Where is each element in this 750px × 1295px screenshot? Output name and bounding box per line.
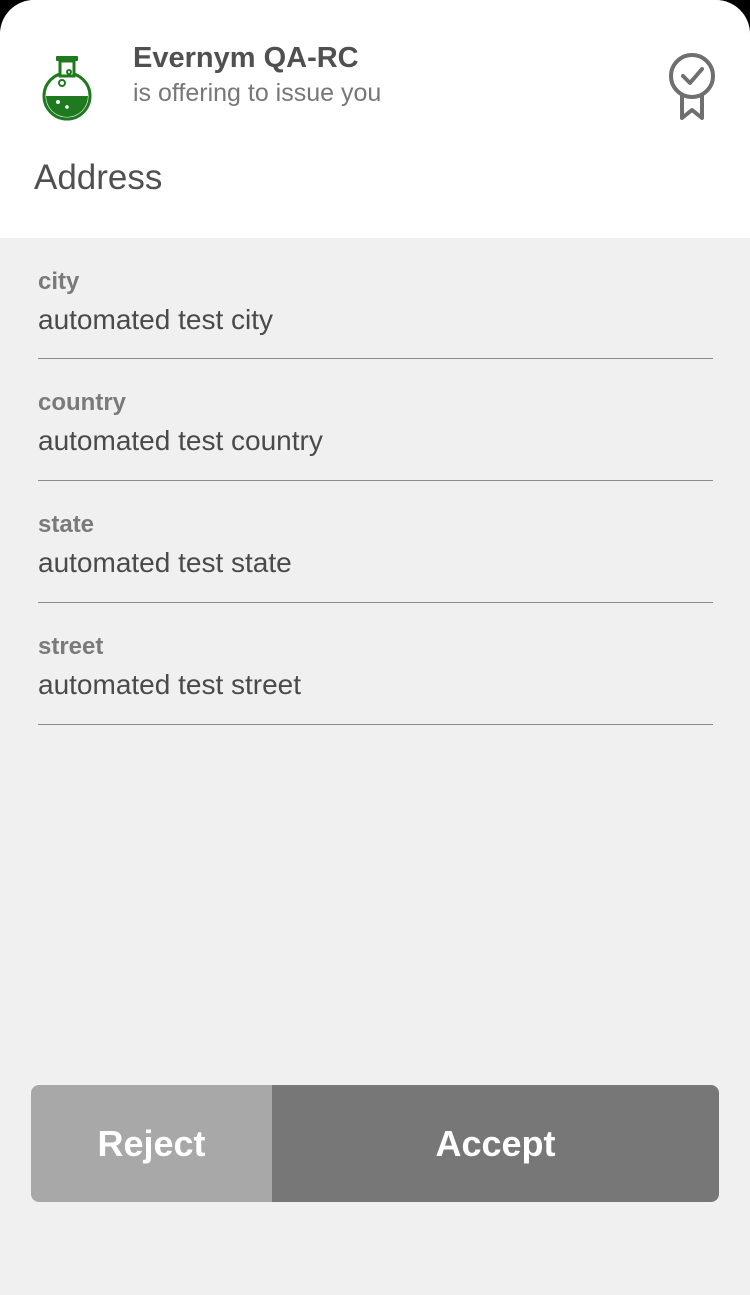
attribute-value: automated test country	[38, 425, 323, 456]
attribute-row-state: state automated test state	[38, 481, 713, 603]
attribute-value: automated test state	[38, 547, 292, 578]
credential-title: Address	[34, 158, 163, 197]
attribute-label: country	[38, 389, 127, 416]
offer-subtitle: is offering to issue you	[133, 79, 382, 107]
issuer-name: Evernym QA-RC	[133, 42, 359, 74]
credential-offer-sheet: Evernym QA-RC is offering to issue you A…	[0, 0, 750, 1295]
attribute-row-city: city automated test city	[38, 238, 713, 359]
attribute-value: automated test city	[38, 304, 274, 335]
accept-button[interactable]: Accept	[272, 1085, 719, 1202]
attribute-row-country: country automated test country	[38, 359, 713, 481]
offer-header: Evernym QA-RC is offering to issue you A…	[0, 0, 750, 238]
attribute-list: city automated test city country automat…	[38, 238, 713, 725]
attribute-label: state	[38, 511, 95, 538]
reject-button[interactable]: Reject	[31, 1085, 272, 1202]
attribute-label: street	[38, 633, 104, 660]
award-ribbon-icon	[669, 53, 715, 120]
offer-actions: Reject Accept	[31, 1085, 719, 1202]
attribute-row-street: street automated test street	[38, 603, 713, 725]
flask-icon	[42, 56, 92, 121]
attribute-value: automated test street	[38, 669, 302, 700]
attribute-label: city	[38, 268, 80, 295]
